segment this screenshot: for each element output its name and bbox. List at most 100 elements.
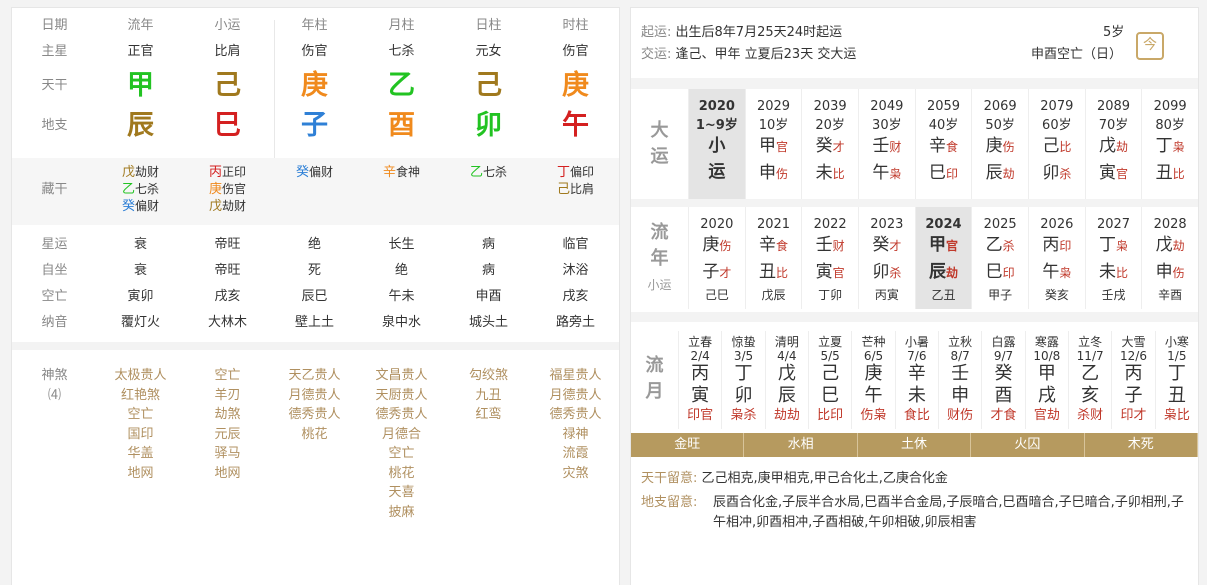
jieqi-date: 7/6 bbox=[907, 349, 927, 363]
section-separator bbox=[631, 199, 1198, 207]
shensha-item[interactable]: 文昌贵人 bbox=[358, 366, 445, 386]
xiaoyun-ganzhi: 戊辰 bbox=[761, 288, 786, 302]
shensha-item[interactable]: 空亡 bbox=[97, 405, 184, 425]
liuyue-cell[interactable]: 立春 2/4 丙寅印官 bbox=[678, 331, 721, 429]
dayun-age: 80岁 bbox=[1155, 118, 1185, 133]
liunian-cell[interactable]: 2025 乙杀 巳印 甲子 bbox=[971, 207, 1028, 309]
shensha-item[interactable]: 天厨贵人 bbox=[358, 386, 445, 406]
dayun-panel: 起运: 出生后8年7月25天24时起运 5岁 交运: 逢己、甲年 立夏后23天 交… bbox=[631, 8, 1198, 585]
g1-shishen: 伤 bbox=[1002, 140, 1015, 154]
shensha-item[interactable]: 福星贵人 bbox=[532, 366, 619, 386]
dayun-cell[interactable]: 2039 20岁 癸才 未比 bbox=[801, 89, 858, 199]
column-header: 流年 bbox=[127, 18, 154, 33]
g1-stem: 庚 bbox=[985, 136, 1003, 156]
wuxing-item: 土休 bbox=[858, 433, 972, 457]
dayun-cell[interactable]: 2059 40岁 辛食 巳印 bbox=[914, 89, 972, 199]
liuyue-cell[interactable]: 芒种 6/5 庚午伤枭 bbox=[851, 331, 894, 429]
g1-shishen: 食 bbox=[945, 140, 958, 154]
dayun-cell[interactable]: 2079 60岁 己比 卯杀 bbox=[1028, 89, 1085, 199]
month-stem: 辛 bbox=[907, 363, 926, 384]
shensha-column: 空亡 羊刃 劫煞 元辰 驿马 地网 bbox=[184, 366, 271, 522]
shensha-item[interactable]: 羊刃 bbox=[184, 386, 271, 406]
shensha-title: 神煞 bbox=[41, 368, 68, 383]
liunian-cell[interactable]: 2026 丙印 午枭 癸亥 bbox=[1028, 207, 1085, 309]
liunian-cell[interactable]: 2022 壬财 寅官 丁卯 bbox=[801, 207, 858, 309]
dayun-cell[interactable]: 2020 1~9岁小运 bbox=[688, 89, 745, 199]
jieqi-name: 惊蛰 bbox=[731, 335, 756, 349]
liunian-cell[interactable]: 2023 癸才 卯杀 丙寅 bbox=[858, 207, 915, 309]
shensha-item[interactable]: 地网 bbox=[97, 464, 184, 484]
shensha-item[interactable]: 德秀贵人 bbox=[271, 405, 358, 425]
shensha-item[interactable]: 红艳煞 bbox=[97, 386, 184, 406]
shensha-item[interactable]: 天喜 bbox=[358, 483, 445, 503]
shensha-item[interactable]: 德秀贵人 bbox=[532, 405, 619, 425]
g2-shishen: 劫 bbox=[1002, 167, 1015, 181]
dayun-cell[interactable]: 2069 50岁 庚伤 辰劫 bbox=[971, 89, 1028, 199]
liuyue-cell[interactable]: 清明 4/4 戊辰劫劫 bbox=[764, 331, 808, 429]
liunian-cell[interactable]: 2020 庚伤 子才 己巳 bbox=[688, 207, 745, 309]
shensha-item[interactable]: 桃花 bbox=[358, 464, 445, 484]
detail-row-label: 星运 bbox=[41, 237, 68, 252]
liuyue-cell[interactable]: 惊蛰 3/5 丁卯枭杀 bbox=[721, 331, 764, 429]
tiangan-value: 己 bbox=[475, 70, 502, 101]
ganzhi: 丑比 bbox=[746, 259, 802, 286]
liuyue-cell[interactable]: 白露 9/7 癸酉才食 bbox=[981, 331, 1024, 429]
jieqi-date: 4/4 bbox=[777, 349, 797, 363]
liuyue-cell[interactable]: 寒露 10/8 甲戌官劫 bbox=[1024, 331, 1068, 429]
shensha-sub: ⑷ bbox=[47, 387, 61, 403]
shensha-item[interactable]: 天乙贵人 bbox=[271, 366, 358, 386]
liuyue-cell[interactable]: 大雪 12/6 丙子印才 bbox=[1111, 331, 1154, 429]
shensha-item[interactable]: 月德贵人 bbox=[271, 386, 358, 406]
today-calendar-icon[interactable]: 今 bbox=[1136, 32, 1164, 60]
liuyue-cell[interactable]: 小寒 1/5 丁丑枭比 bbox=[1154, 331, 1198, 429]
shensha-item[interactable]: 驿马 bbox=[184, 444, 271, 464]
liunian-cell[interactable]: 2027 丁枭 未比 壬戌 bbox=[1084, 207, 1142, 309]
liunian-cell[interactable]: 2028 戊劫 申伤 辛酉 bbox=[1141, 207, 1198, 309]
shensha-item[interactable]: 九丑 bbox=[445, 386, 532, 406]
liuyue-cell[interactable]: 立夏 5/5 己巳比印 bbox=[807, 331, 851, 429]
shensha-item[interactable]: 太极贵人 bbox=[97, 366, 184, 386]
ganzhi: 未比 bbox=[802, 160, 858, 187]
dayun-cell[interactable]: 2099 80岁 丁枭 丑比 bbox=[1141, 89, 1198, 199]
month-stem: 己 bbox=[821, 363, 840, 384]
detail-row-value: 绝 bbox=[307, 237, 321, 252]
ganzhi: 午枭 bbox=[1029, 259, 1085, 286]
shensha-item[interactable]: 劫煞 bbox=[184, 405, 271, 425]
liunian-cell[interactable]: 2021 辛食 丑比 戊辰 bbox=[744, 207, 802, 309]
dayun-cell[interactable]: 2049 30岁 壬财 午枭 bbox=[858, 89, 915, 199]
shensha-label: 神煞 ⑷ bbox=[12, 366, 97, 522]
liuyue-cell[interactable]: 立秋 8/7 壬申财伤 bbox=[937, 331, 981, 429]
month-shishen: 官劫 bbox=[1033, 408, 1060, 423]
shensha-item[interactable]: 地网 bbox=[184, 464, 271, 484]
dayun-year: 2079 bbox=[1040, 99, 1074, 114]
shensha-item[interactable]: 桃花 bbox=[271, 425, 358, 445]
shensha-item[interactable]: 灾煞 bbox=[532, 464, 619, 484]
shensha-item[interactable]: 流霞 bbox=[532, 444, 619, 464]
detail-row-value: 帝旺 bbox=[214, 263, 241, 278]
shensha-item[interactable]: 披麻 bbox=[358, 503, 445, 523]
jieqi-date: 2/4 bbox=[690, 349, 710, 363]
liuyue-cell[interactable]: 立冬 11/7 乙亥杀财 bbox=[1067, 331, 1111, 429]
shensha-item[interactable]: 国印 bbox=[97, 425, 184, 445]
shensha-item[interactable]: 月德贵人 bbox=[532, 386, 619, 406]
dayun-cell[interactable]: 2029 10岁 甲官 申伤 bbox=[744, 89, 802, 199]
ganzhi: 辰劫 bbox=[972, 160, 1028, 187]
shensha-item[interactable]: 华盖 bbox=[97, 444, 184, 464]
g2-shishen: 印 bbox=[945, 167, 958, 181]
dayun-cell[interactable]: 2089 70岁 戊劫 寅官 bbox=[1084, 89, 1142, 199]
shensha-item[interactable]: 月德合 bbox=[358, 425, 445, 445]
detail-row-value: 午未 bbox=[388, 289, 415, 304]
g2-stem: 午 bbox=[872, 163, 890, 183]
shensha-item[interactable]: 空亡 bbox=[184, 366, 271, 386]
shensha-item[interactable]: 空亡 bbox=[358, 444, 445, 464]
shensha-item[interactable]: 红鸾 bbox=[445, 405, 532, 425]
g1-shishen: 枭 bbox=[1115, 239, 1128, 253]
liunian-cell[interactable]: 2024 甲官 辰劫 乙丑 bbox=[914, 207, 972, 309]
canggan-shishen: 劫财 bbox=[222, 199, 247, 213]
bazi-chart-panel: 日期 流年 小运 年柱 月柱 日柱 时柱 主星 正官 比肩 伤官 七杀 元女 伤官 天干甲己庚乙己庚 地… bbox=[12, 8, 619, 585]
shensha-item[interactable]: 元辰 bbox=[184, 425, 271, 445]
shensha-item[interactable]: 禄神 bbox=[532, 425, 619, 445]
shensha-item[interactable]: 德秀贵人 bbox=[358, 405, 445, 425]
shensha-item[interactable]: 勾绞煞 bbox=[445, 366, 532, 386]
liuyue-cell[interactable]: 小暑 7/6 辛未食比 bbox=[894, 331, 938, 429]
